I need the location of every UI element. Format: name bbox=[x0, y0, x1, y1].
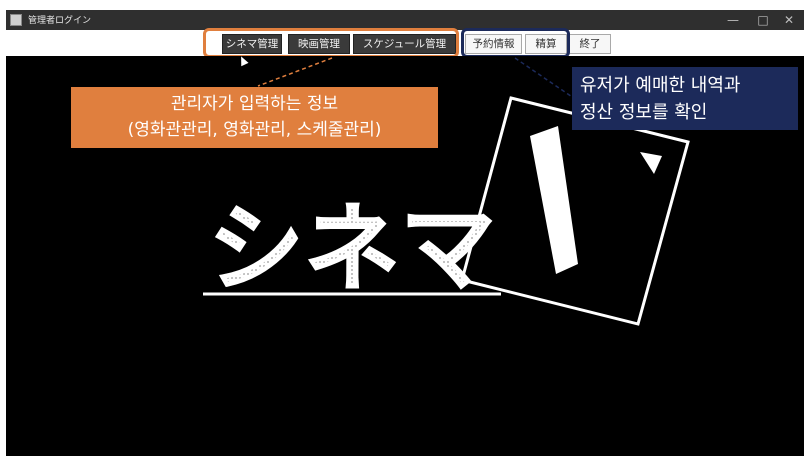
user-info-callout: 유저가 예매한 내역과 정산 정보를 확인 bbox=[572, 67, 798, 130]
admin-connector bbox=[257, 57, 333, 87]
admin-callout-line2: (영화관관리, 영화관리, 스케줄관리) bbox=[127, 120, 382, 140]
admin-callout-line1: 관리자가 입력하는 정보 bbox=[170, 94, 339, 114]
admin-info-callout: 관리자가 입력하는 정보 (영화관관리, 영화관리, 스케줄관리) bbox=[71, 87, 438, 148]
user-callout-line1: 유저가 예매한 내역과 bbox=[580, 75, 741, 96]
user-callout-line2: 정산 정보를 확인 bbox=[580, 102, 708, 123]
